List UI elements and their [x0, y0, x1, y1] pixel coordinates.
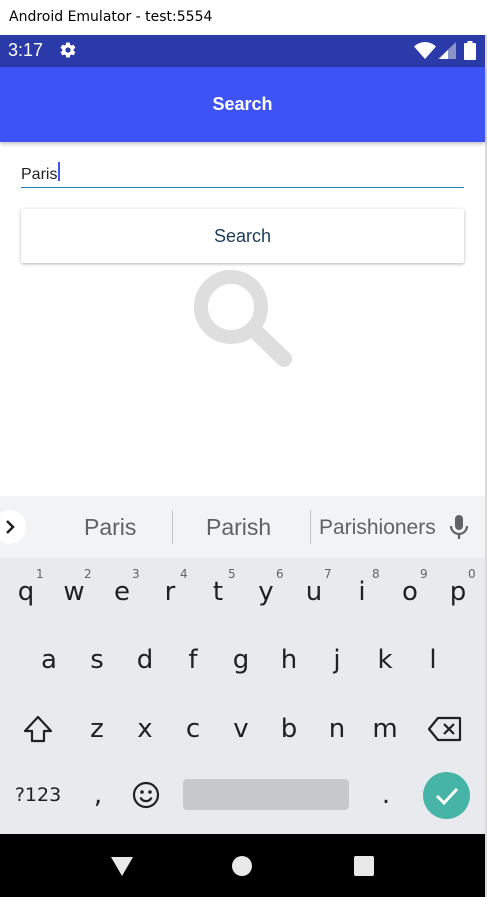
- key-s[interactable]: s: [77, 634, 117, 686]
- recents-icon[interactable]: [354, 856, 374, 876]
- key-l[interactable]: l: [413, 634, 453, 686]
- key-b[interactable]: b: [269, 703, 309, 755]
- key-n[interactable]: n: [317, 703, 357, 755]
- search-icon: [190, 265, 294, 374]
- suggestion-1[interactable]: Paris: [84, 514, 136, 541]
- home-icon[interactable]: [232, 856, 252, 876]
- status-bar: 3:17: [0, 35, 485, 67]
- key-period[interactable]: .: [366, 769, 406, 821]
- battery-icon: [464, 41, 476, 65]
- search-input[interactable]: [21, 158, 464, 188]
- key-d[interactable]: d: [125, 634, 165, 686]
- wifi-icon: [414, 42, 436, 64]
- key-f[interactable]: f: [173, 634, 213, 686]
- key-y[interactable]: y: [246, 566, 286, 618]
- space-bar[interactable]: [183, 779, 349, 810]
- key-o[interactable]: o: [390, 566, 430, 618]
- app-bar: Search: [0, 67, 485, 142]
- shift-icon[interactable]: [18, 703, 58, 755]
- key-e[interactable]: e: [102, 566, 142, 618]
- emoji-icon[interactable]: [126, 769, 166, 821]
- key-j[interactable]: j: [317, 634, 357, 686]
- suggestion-2[interactable]: Parish: [206, 514, 271, 541]
- enter-check-icon[interactable]: [423, 772, 470, 819]
- suggestion-divider: [172, 510, 173, 544]
- key-k[interactable]: k: [365, 634, 405, 686]
- key-v[interactable]: v: [221, 703, 261, 755]
- key-p[interactable]: p: [438, 566, 478, 618]
- key-i[interactable]: i: [342, 566, 382, 618]
- key-z[interactable]: z: [77, 703, 117, 755]
- key-u[interactable]: u: [294, 566, 334, 618]
- window-title: Android Emulator - test:5554: [0, 0, 487, 35]
- symbols-key[interactable]: ?123: [10, 769, 66, 821]
- gear-icon: [59, 41, 77, 64]
- status-time: 3:17: [8, 40, 44, 60]
- key-x[interactable]: x: [125, 703, 165, 755]
- page-title: Search: [212, 94, 273, 114]
- text-caret: [58, 162, 60, 181]
- key-q[interactable]: q: [6, 566, 46, 618]
- suggestion-3[interactable]: Parishioners: [319, 516, 436, 540]
- signal-icon: [438, 42, 456, 64]
- key-a[interactable]: a: [29, 634, 69, 686]
- backspace-icon[interactable]: [425, 703, 465, 755]
- suggestion-divider: [310, 510, 311, 544]
- key-t[interactable]: t: [198, 566, 238, 618]
- key-g[interactable]: g: [221, 634, 261, 686]
- microphone-icon[interactable]: [449, 515, 469, 546]
- key-w[interactable]: w: [54, 566, 94, 618]
- search-button[interactable]: Search: [21, 209, 464, 263]
- back-icon[interactable]: [110, 855, 134, 882]
- key-comma[interactable]: ,: [78, 769, 118, 821]
- key-m[interactable]: m: [365, 703, 405, 755]
- key-h[interactable]: h: [269, 634, 309, 686]
- key-r[interactable]: r: [150, 566, 190, 618]
- key-c[interactable]: c: [173, 703, 213, 755]
